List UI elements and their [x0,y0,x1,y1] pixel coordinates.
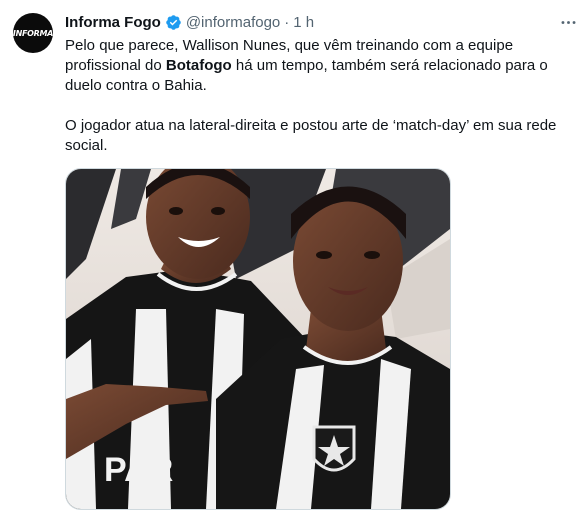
tweet-text: Pelo que parece, Wallison Nunes, que vêm… [65,36,577,156]
match-day-photo: PAR [66,169,450,509]
author-handle[interactable]: @informafogo [186,14,280,31]
jersey-sponsor-text: PAR [104,451,173,489]
tweet-paragraph-2: O jogador atua na lateral-direita e post… [65,117,557,154]
hashtag-bold-text: Botafogo [165,57,232,74]
tweet-header: Informa Fogo @informafogo · 1 h [65,12,314,32]
tweet-media-image[interactable]: PAR [65,168,451,510]
avatar-text: INFORMA [13,28,53,38]
separator-dot: · [284,13,290,31]
tweet-paragraph-1: Pelo que parece, Wallison Nunes, que vêm… [65,36,577,96]
more-options-icon[interactable] [557,11,579,33]
avatar[interactable]: INFORMA [13,13,53,53]
club-crest-icon [312,425,356,472]
verified-badge-icon [165,14,182,31]
author-name[interactable]: Informa Fogo [65,14,161,31]
timestamp[interactable]: 1 h [293,14,314,31]
